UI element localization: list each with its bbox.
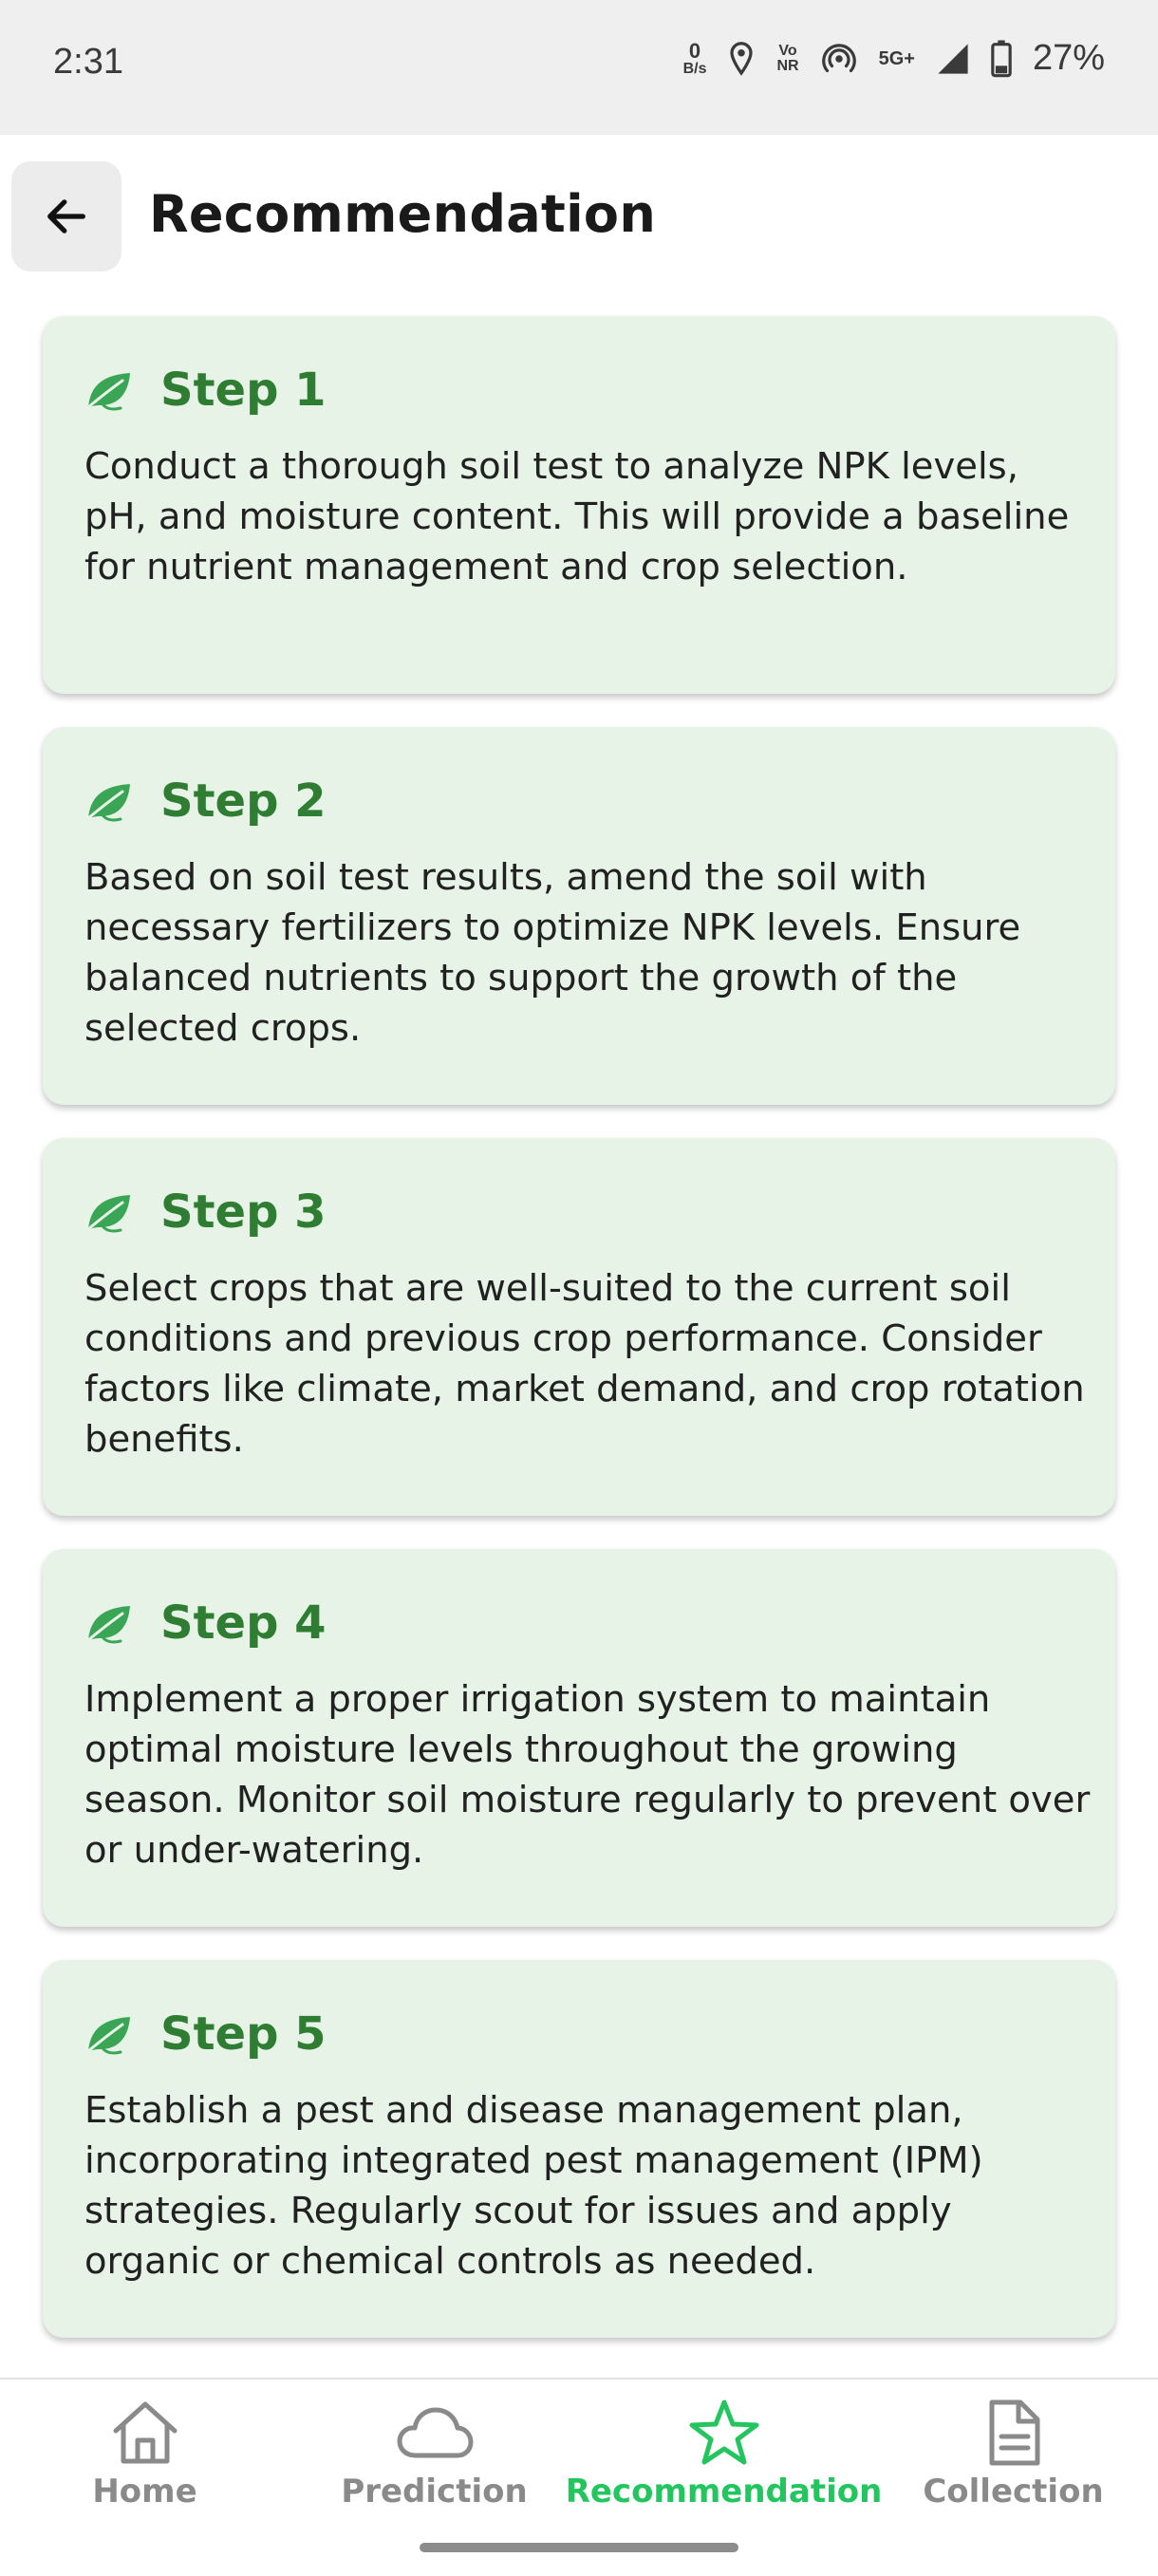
nav-label: Recommendation	[565, 2473, 883, 2511]
home-icon	[113, 2401, 177, 2464]
app-header: Recommendation	[0, 135, 1158, 301]
bottom-nav: Home Prediction Recommendation Collectio…	[0, 2378, 1158, 2576]
step-description: Establish a pest and disease management …	[84, 2089, 983, 2283]
step-title: Step 3	[160, 1185, 327, 1239]
nav-item-collection[interactable]: Collection	[868, 2399, 1158, 2522]
step-description: Implement a proper irrigation system to …	[84, 1678, 1091, 1872]
location-icon	[730, 41, 754, 76]
status-icons: 0 B/s Vo NR 5G+ 27%	[683, 38, 1105, 79]
cloud-icon	[397, 2407, 473, 2458]
leaf-icon	[86, 1606, 130, 1644]
step-title: Step 4	[160, 1596, 327, 1650]
arrow-left-icon	[47, 199, 85, 233]
hotspot-icon	[821, 43, 856, 72]
step-description: Based on soil test results, amend the so…	[84, 856, 1021, 1050]
step-title: Step 5	[160, 2007, 327, 2061]
leaf-icon	[86, 784, 130, 822]
page-title: Recommendation	[149, 184, 657, 244]
nav-item-prediction[interactable]: Prediction	[290, 2399, 579, 2522]
nav-label: Home	[92, 2473, 197, 2511]
data-rate-indicator: 0 B/s	[682, 38, 707, 77]
nav-item-recommendation[interactable]: Recommendation	[566, 2399, 882, 2522]
leaf-icon	[86, 1195, 130, 1233]
step-list: Step 1 Conduct a thorough soil test to a…	[43, 316, 1115, 2371]
star-icon	[689, 2399, 758, 2465]
leaf-icon	[86, 2017, 130, 2055]
step-card: Step 4 Implement a proper irrigation sys…	[43, 1549, 1115, 1927]
nav-item-home[interactable]: Home	[0, 2399, 290, 2522]
volte-indicator: Vo NR	[776, 42, 799, 74]
step-card: Step 5 Establish a pest and disease mana…	[43, 1960, 1115, 2338]
battery-icon	[991, 39, 1012, 77]
status-bar: 2:31 0 B/s Vo NR 5G+ 27%	[0, 0, 1158, 135]
gesture-bar[interactable]	[420, 2543, 738, 2552]
nav-label: Collection	[923, 2473, 1104, 2511]
step-title: Step 1	[160, 364, 327, 417]
network-type: 5G+	[878, 47, 915, 69]
battery-percent: 27%	[1032, 38, 1105, 78]
step-description: Conduct a thorough soil test to analyze …	[84, 445, 1070, 588]
back-button[interactable]	[11, 161, 121, 271]
step-description: Select crops that are well-suited to the…	[84, 1267, 1085, 1461]
status-time: 2:31	[53, 42, 123, 82]
step-card: Step 3 Select crops that are well-suited…	[43, 1138, 1115, 1516]
step-title: Step 2	[160, 775, 327, 828]
step-card: Step 2 Based on soil test results, amend…	[43, 727, 1115, 1105]
signal-icon	[938, 43, 968, 74]
leaf-icon	[86, 373, 130, 411]
document-icon	[989, 2399, 1039, 2466]
step-card: Step 1 Conduct a thorough soil test to a…	[43, 316, 1115, 694]
nav-label: Prediction	[341, 2473, 528, 2511]
